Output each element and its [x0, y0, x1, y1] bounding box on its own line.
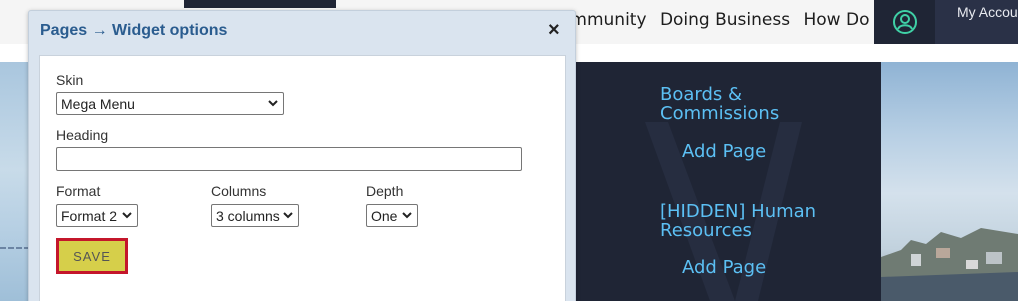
user-circle-icon[interactable] — [874, 0, 935, 44]
format-label: Format — [56, 183, 101, 199]
nav-item-doing-business[interactable]: Doing Business — [660, 10, 790, 30]
depth-select[interactable]: One — [366, 204, 418, 227]
depth-select-value: One — [371, 208, 398, 224]
skin-select-value: Mega Menu — [61, 96, 135, 112]
save-button[interactable]: SAVE — [56, 238, 128, 274]
format-select-value: Format 2 — [61, 208, 118, 224]
header-dark-tab — [184, 0, 336, 8]
chevron-down-icon — [268, 100, 278, 107]
widget-options-dialog: Pages → Widget options × Skin Mega Menu … — [28, 10, 576, 301]
main-nav: ommunity Doing Business How Do — [560, 10, 877, 30]
close-icon[interactable]: × — [548, 20, 560, 40]
add-page-link[interactable]: Add Page — [682, 257, 766, 278]
dialog-title: Pages → Widget options — [40, 22, 228, 39]
depth-label: Depth — [366, 183, 404, 199]
chevron-down-icon — [283, 212, 293, 219]
nav-item-how-do[interactable]: How Do — [804, 10, 870, 30]
mega-menu-panel: Boards & Commissions Add Page [HIDDEN] H… — [560, 62, 881, 301]
dialog-body: Skin Mega Menu Heading Format Format 2 C… — [39, 55, 566, 301]
skin-select[interactable]: Mega Menu — [56, 92, 284, 115]
menu-item-human-resources[interactable]: [HIDDEN] Human Resources — [660, 202, 860, 240]
heading-label: Heading — [56, 127, 109, 143]
chevron-down-icon — [402, 212, 412, 219]
columns-select[interactable]: 3 columns — [211, 204, 299, 227]
heading-input[interactable] — [56, 147, 522, 171]
menu-item-boards-commissions[interactable]: Boards & Commissions — [660, 85, 860, 123]
skin-label: Skin — [56, 72, 84, 88]
account-area: My Accou — [874, 0, 1018, 44]
my-account-link[interactable]: My Accou — [935, 0, 1018, 44]
hero-image-right — [881, 62, 1018, 301]
chevron-down-icon — [122, 212, 132, 219]
columns-label: Columns — [211, 183, 267, 199]
dashed-divider — [0, 247, 30, 249]
columns-select-value: 3 columns — [216, 208, 280, 224]
coastline-illustration — [881, 228, 1018, 301]
format-select[interactable]: Format 2 — [56, 204, 138, 227]
add-page-link[interactable]: Add Page — [682, 141, 766, 162]
hero-image-left — [0, 62, 30, 301]
